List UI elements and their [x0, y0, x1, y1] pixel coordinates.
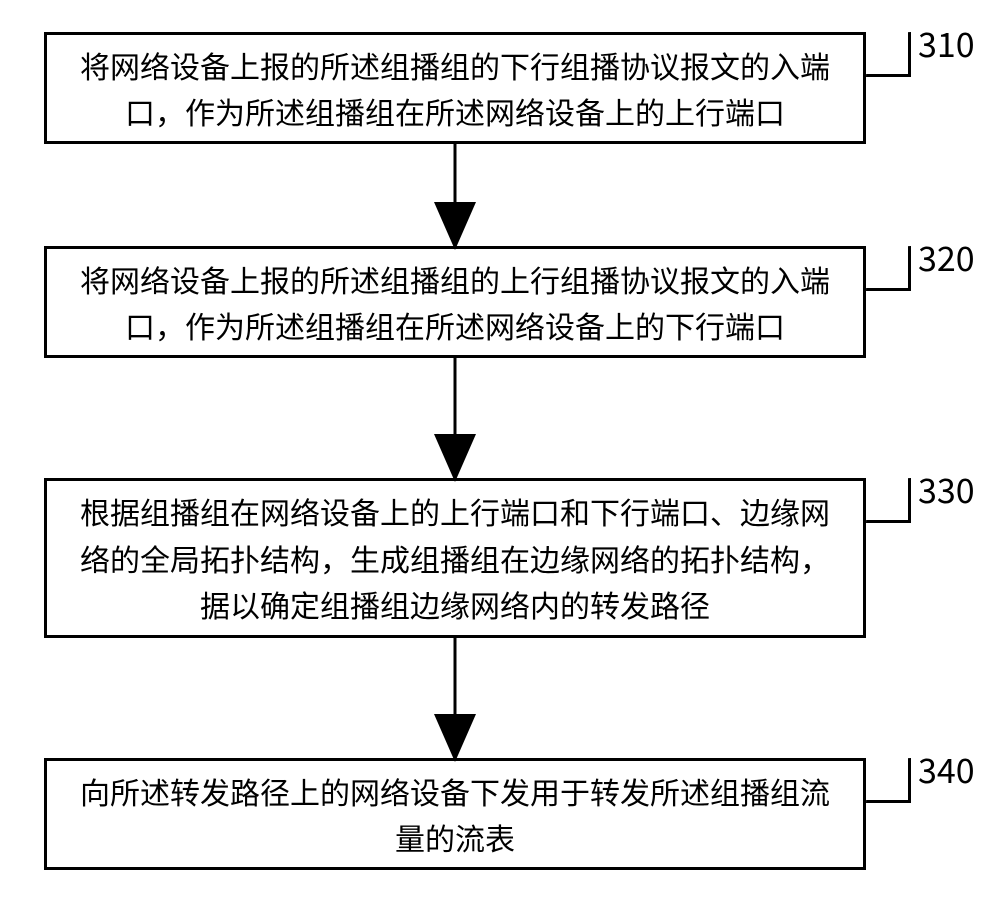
flow-arrows: [0, 0, 1000, 900]
flowchart-canvas: 将网络设备上报的所述组播组的下行组播协议报文的入端口，作为所述组播组在所述网络设…: [0, 0, 1000, 900]
